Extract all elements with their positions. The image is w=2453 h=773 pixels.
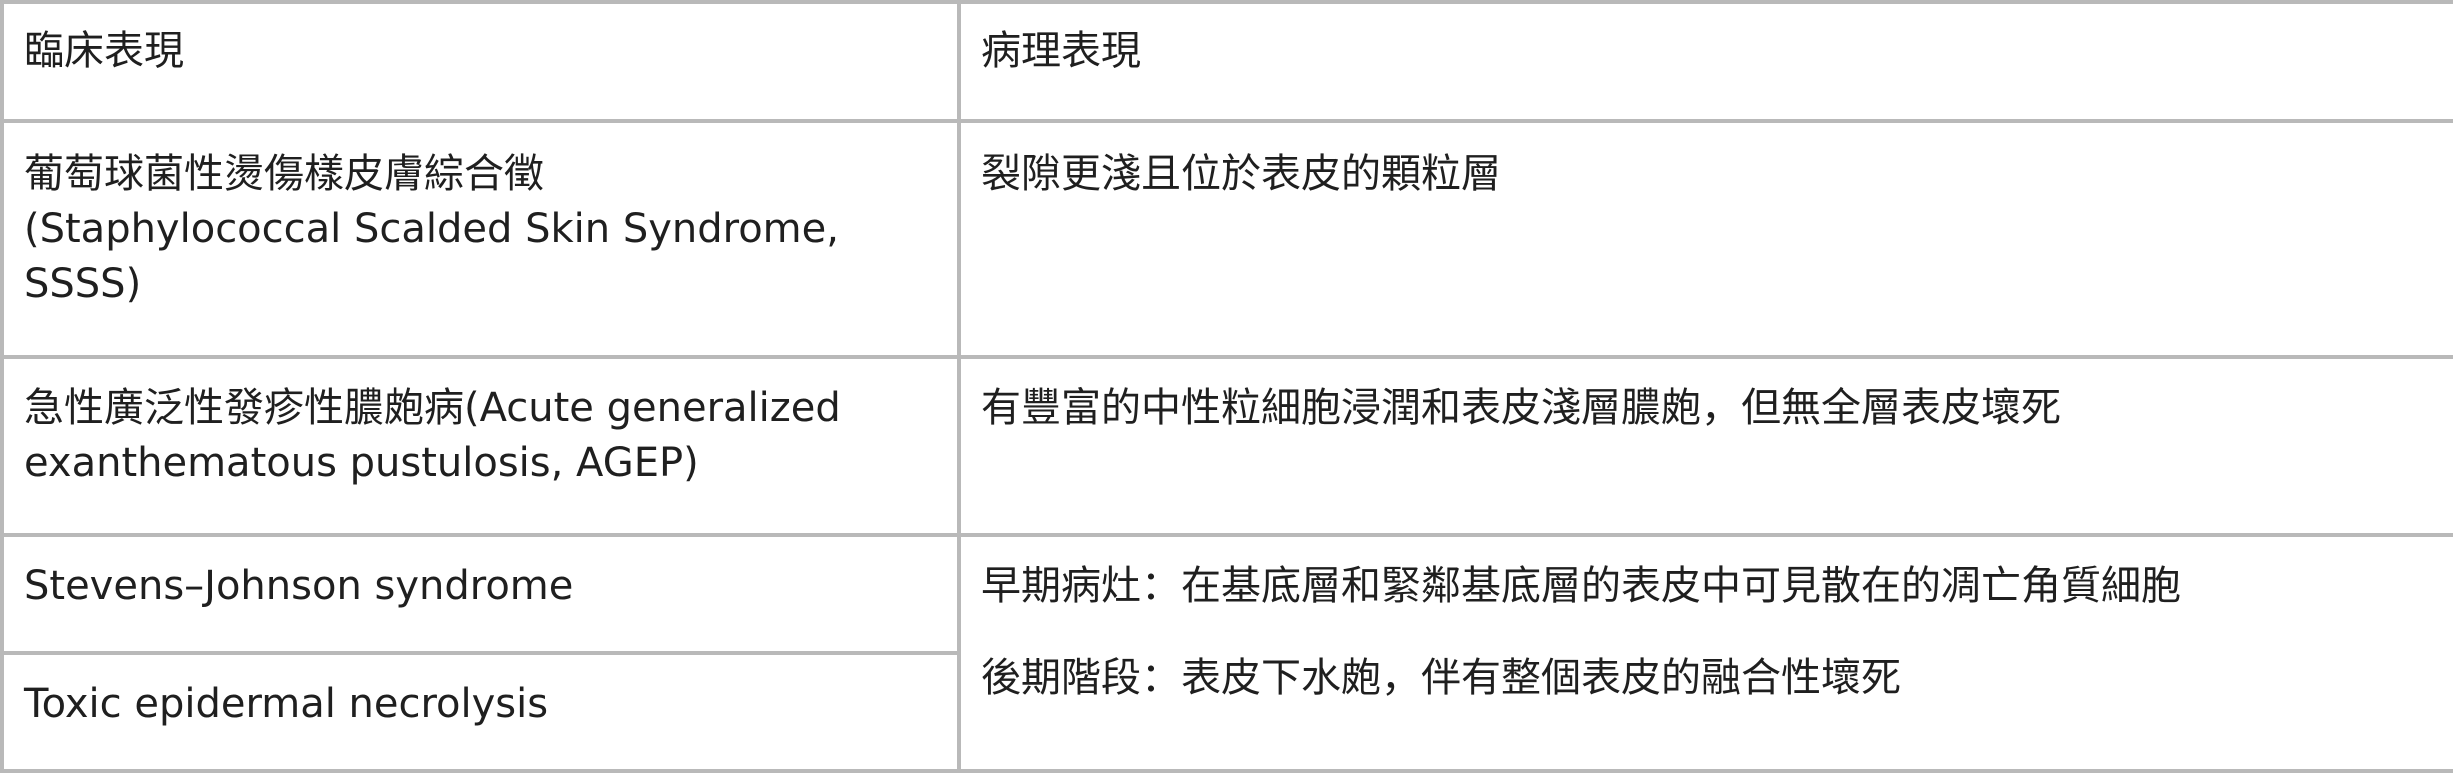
cell-text: 有豐富的中性粒細胞浸潤和表皮淺層膿皰，但無全層表皮壞死	[981, 385, 2061, 431]
table-row: Stevens–Johnson syndrome 早期病灶：在基底層和緊鄰基底層…	[0, 533, 2453, 773]
cell-clinical-sjs: Stevens–Johnson syndrome	[0, 533, 961, 655]
cell-text: (Staphylococcal Scalded Skin Syndrome,	[24, 206, 839, 252]
cell-text: 急性廣泛性發疹性膿皰病(Acute generalized	[24, 385, 841, 431]
cell-text: exanthematous pustulosis, AGEP)	[24, 440, 699, 486]
table-header-row: 臨床表現 病理表現	[0, 0, 2453, 123]
header-cell-pathology: 病理表現	[957, 0, 2453, 123]
cell-clinical-ssss: 葡萄球菌性燙傷樣皮膚綜合徵 (Staphylococcal Scalded Sk…	[0, 119, 961, 359]
header-cell-clinical: 臨床表現	[0, 0, 961, 123]
table-row: 急性廣泛性發疹性膿皰病(Acute generalized exanthemat…	[0, 355, 2453, 537]
cell-pathology-ssss: 裂隙更淺且位於表皮的顆粒層	[957, 119, 2453, 359]
cell-text: 後期階段：表皮下水皰，伴有整個表皮的融合性壞死	[981, 655, 1901, 701]
cell-text: 裂隙更淺且位於表皮的顆粒層	[981, 151, 1501, 197]
cell-text: Toxic epidermal necrolysis	[24, 681, 549, 727]
cell-text: SSSS)	[24, 261, 142, 307]
table-row: 葡萄球菌性燙傷樣皮膚綜合徵 (Staphylococcal Scalded Sk…	[0, 119, 2453, 359]
header-label-pathology: 病理表現	[981, 28, 1141, 74]
cell-clinical-agep: 急性廣泛性發疹性膿皰病(Acute generalized exanthemat…	[0, 355, 961, 537]
cell-pathology-sjs-ten: 早期病灶：在基底層和緊鄰基底層的表皮中可見散在的凋亡角質細胞 後期階段：表皮下水…	[957, 533, 2453, 773]
cell-text: Stevens–Johnson syndrome	[24, 563, 574, 609]
cell-pathology-agep: 有豐富的中性粒細胞浸潤和表皮淺層膿皰，但無全層表皮壞死	[957, 355, 2453, 537]
header-label-clinical: 臨床表現	[24, 28, 184, 74]
comparison-table: 臨床表現 病理表現 葡萄球菌性燙傷樣皮膚綜合徵 (Staphylococcal …	[0, 0, 2453, 773]
document-page: 臨床表現 病理表現 葡萄球菌性燙傷樣皮膚綜合徵 (Staphylococcal …	[0, 0, 2453, 773]
cell-text: 早期病灶：在基底層和緊鄰基底層的表皮中可見散在的凋亡角質細胞	[981, 563, 2181, 609]
cell-text: 葡萄球菌性燙傷樣皮膚綜合徵	[24, 151, 544, 197]
cell-clinical-ten: Toxic epidermal necrolysis	[0, 651, 961, 773]
